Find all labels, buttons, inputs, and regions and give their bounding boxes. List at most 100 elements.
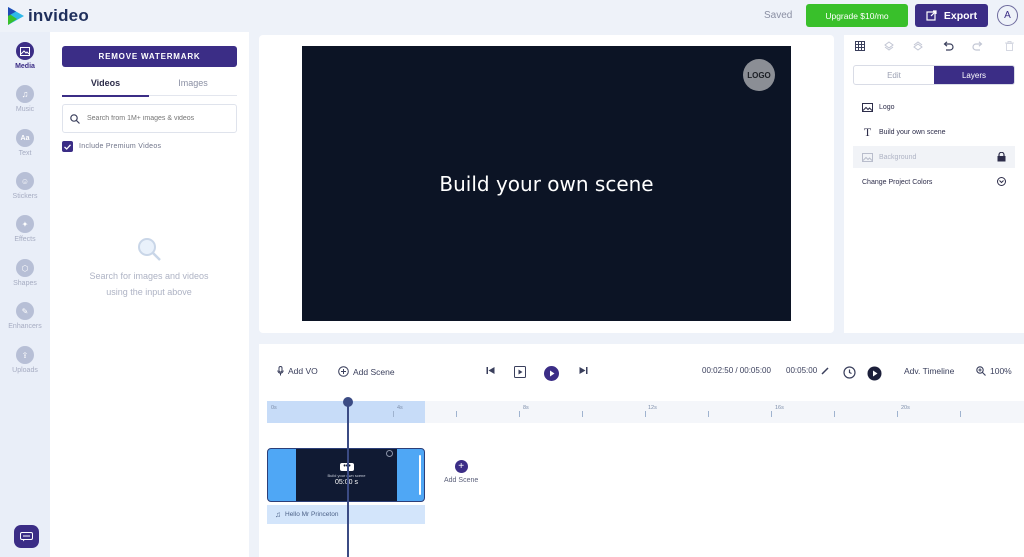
scene-title-text[interactable]: Build your own scene	[439, 172, 653, 196]
add-scene-label: Add Scene	[444, 477, 479, 484]
chevron-down-icon	[997, 177, 1006, 186]
add-scene-toolbar-button[interactable]: Add Scene	[338, 366, 395, 377]
scene-clip[interactable]: ••• Build your own scene 05:00 s	[267, 448, 425, 502]
change-colors-row[interactable]: Change Project Colors	[853, 171, 1015, 193]
audio-track[interactable]: ♫ Hello Mr Princeton	[267, 505, 425, 524]
nav-effects[interactable]: ✦ Effects	[0, 215, 50, 243]
layer-up-button[interactable]	[911, 39, 925, 53]
layers-panel: Edit Layers Logo T Build your own scene …	[844, 35, 1024, 333]
search-input[interactable]	[87, 115, 227, 122]
text-layer-icon: T	[863, 124, 872, 139]
layer-up-icon	[913, 41, 923, 51]
check-icon	[64, 143, 71, 150]
play-button[interactable]	[544, 366, 559, 381]
ruler-tick	[897, 411, 898, 417]
export-icon	[926, 10, 937, 21]
app-logo[interactable]: invideo	[8, 6, 89, 26]
nav-music[interactable]: ♫ Music	[0, 85, 50, 113]
premium-label: Include Premium Videos	[79, 143, 162, 150]
layer-down-icon	[884, 41, 894, 51]
layer-title-text[interactable]: T Build your own scene	[853, 121, 1015, 143]
preview-scene-button[interactable]	[514, 366, 526, 378]
scene-logo[interactable]: LOGO	[743, 59, 775, 91]
nav-uploads[interactable]: ⇪ Uploads	[0, 346, 50, 374]
nav-label: Media	[15, 63, 35, 70]
nav-label: Enhancers	[8, 323, 42, 330]
zoom-level: 100%	[990, 366, 1012, 376]
ruler-label: 4s	[397, 405, 403, 411]
layer-logo[interactable]: Logo	[853, 96, 1015, 118]
layer-label: Background	[879, 153, 917, 161]
upload-icon: ⇪	[16, 346, 34, 364]
tab-layers[interactable]: Layers	[934, 66, 1014, 84]
lock-icon[interactable]	[997, 152, 1006, 162]
nav-stickers[interactable]: ☺ Stickers	[0, 172, 50, 200]
microphone-icon	[277, 366, 284, 376]
redo-button[interactable]	[971, 39, 985, 53]
play-all-button[interactable]	[867, 366, 882, 381]
clip-trim-handle[interactable]	[419, 455, 421, 495]
empty-state-text: Search for images and videos using the i…	[70, 268, 228, 300]
undo-icon	[943, 41, 954, 51]
audio-track-name: Hello Mr Princeton	[285, 511, 339, 518]
premium-toggle[interactable]: Include Premium Videos	[62, 141, 161, 152]
ruler-tick	[834, 411, 835, 417]
redo-icon	[972, 41, 983, 51]
preview-area: Build your own scene LOGO	[259, 35, 834, 333]
remove-watermark-button[interactable]: REMOVE WATERMARK	[62, 46, 237, 67]
ruler-tick	[708, 411, 709, 417]
search-box[interactable]	[62, 104, 237, 133]
nav-media[interactable]: Media	[0, 42, 50, 70]
clip-settings-icon[interactable]	[386, 450, 393, 457]
chat-button[interactable]	[14, 525, 39, 548]
layer-down-button[interactable]	[882, 39, 896, 53]
playhead[interactable]	[347, 399, 349, 557]
adv-timeline-button[interactable]: Adv. Timeline	[904, 366, 954, 376]
nav-label: Effects	[14, 236, 36, 243]
skip-back-button[interactable]	[486, 366, 495, 375]
skip-back-icon	[486, 367, 495, 374]
tab-videos[interactable]: Videos	[62, 78, 149, 97]
premium-checkbox[interactable]	[62, 141, 73, 152]
ruler-label: 8s	[523, 405, 529, 411]
nav-text[interactable]: Aa Text	[0, 129, 50, 157]
background-layer-icon	[862, 152, 873, 162]
add-scene-button[interactable]: + Add Scene	[444, 460, 478, 484]
zoom-control[interactable]: 100%	[976, 366, 1012, 376]
timer-button[interactable]	[843, 366, 856, 379]
tab-images[interactable]: Images	[149, 78, 237, 96]
nav-label: Shapes	[13, 280, 37, 287]
top-bar: invideo Saved Upgrade $10/mo Export A	[0, 0, 1024, 32]
plus-icon: +	[454, 460, 468, 473]
grid-tool-button[interactable]	[853, 39, 867, 53]
nav-label: Text	[18, 150, 32, 157]
export-button[interactable]: Export	[915, 4, 988, 27]
time-ruler[interactable]: 0s 4s 8s 12s 16s 20s	[267, 401, 1024, 423]
delete-button[interactable]	[1002, 39, 1016, 53]
app-name: invideo	[28, 6, 89, 25]
layer-background[interactable]: Background	[853, 146, 1015, 168]
nav-enhancers[interactable]: ✎ Enhancers	[0, 302, 50, 330]
ruler-label: 12s	[648, 405, 657, 411]
skip-forward-button[interactable]	[579, 366, 588, 375]
undo-button[interactable]	[941, 39, 955, 53]
image-icon	[16, 42, 34, 60]
invideo-logo-icon	[8, 7, 24, 25]
upgrade-button[interactable]: Upgrade $10/mo	[806, 4, 908, 27]
ruler-tick	[393, 411, 394, 417]
scene-canvas[interactable]: Build your own scene LOGO	[302, 46, 791, 321]
nav-label: Music	[15, 106, 35, 113]
music-note-icon: ♫	[275, 510, 281, 519]
playhead-handle[interactable]	[343, 397, 353, 407]
add-vo-button[interactable]: Add VO	[277, 366, 318, 376]
avatar[interactable]: A	[997, 5, 1018, 26]
ruler-label: 20s	[901, 405, 910, 411]
text-icon: Aa	[16, 129, 34, 147]
tab-edit[interactable]: Edit	[854, 66, 934, 84]
scene-duration: 00:05:00	[786, 366, 818, 375]
enhancers-icon: ✎	[16, 302, 34, 320]
edit-layers-toggle: Edit Layers	[853, 65, 1015, 85]
scene-duration-edit[interactable]: 00:05:00	[786, 366, 829, 375]
nav-label: Stickers	[12, 193, 38, 200]
nav-shapes[interactable]: ⬡ Shapes	[0, 259, 50, 287]
